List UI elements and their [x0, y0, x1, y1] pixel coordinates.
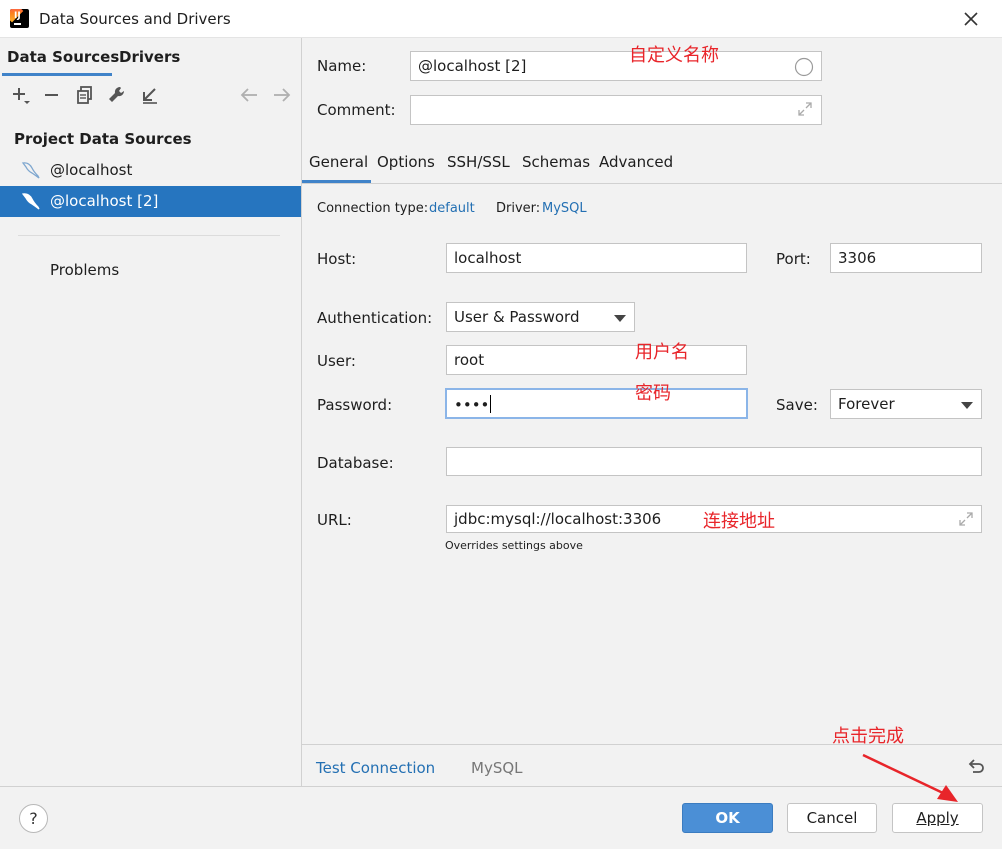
- data-source-label: @localhost: [50, 161, 133, 179]
- annotation-url: 连接地址: [703, 511, 775, 532]
- driver-label: Driver:: [496, 201, 541, 216]
- tab-options[interactable]: Options: [377, 153, 435, 171]
- title-bar: IJ Data Sources and Drivers: [0, 0, 1002, 38]
- sidebar-divider: [18, 235, 280, 236]
- save-select[interactable]: Forever: [830, 389, 982, 419]
- help-button[interactable]: ?: [19, 804, 48, 833]
- tab-data-sources[interactable]: Data Sources: [7, 48, 119, 66]
- driver-footer-label: MySQL: [471, 759, 523, 777]
- tab-schemas[interactable]: Schemas: [522, 153, 590, 171]
- annotation-password: 密码: [635, 383, 671, 404]
- host-label: Host:: [317, 250, 357, 268]
- expand-icon[interactable]: [796, 100, 814, 118]
- text-cursor: [490, 395, 492, 413]
- comment-input[interactable]: [410, 95, 822, 125]
- mysql-icon: [21, 193, 40, 210]
- wrench-icon[interactable]: [106, 84, 128, 106]
- arrow-left-icon[interactable]: [238, 84, 260, 106]
- duplicate-icon[interactable]: [74, 84, 96, 106]
- name-label: Name:: [317, 57, 367, 75]
- comment-label: Comment:: [317, 101, 396, 119]
- password-input[interactable]: ••••: [445, 388, 748, 419]
- user-label: User:: [317, 352, 356, 370]
- revert-icon[interactable]: [966, 756, 986, 776]
- import-icon[interactable]: [139, 84, 161, 106]
- arrow-right-icon[interactable]: [271, 84, 293, 106]
- data-source-label: @localhost [2]: [50, 192, 159, 210]
- connection-type-link[interactable]: default: [429, 201, 475, 216]
- tab-ssh-ssl[interactable]: SSH/SSL: [447, 153, 510, 171]
- chevron-down-icon: [614, 315, 626, 322]
- annotation-user: 用户名: [635, 342, 689, 363]
- user-input[interactable]: root: [446, 345, 747, 375]
- active-tab-indicator: [2, 73, 112, 76]
- port-input[interactable]: 3306: [830, 243, 982, 273]
- window-title: Data Sources and Drivers: [39, 10, 231, 28]
- color-picker-icon[interactable]: [794, 57, 814, 77]
- database-input[interactable]: [446, 447, 982, 476]
- database-label: Database:: [317, 454, 394, 472]
- url-hint: Overrides settings above: [445, 539, 583, 552]
- main-panel: Name: @localhost [2] Comment: General Op…: [302, 38, 1002, 786]
- annotation-arrow-icon: [862, 753, 958, 802]
- project-data-sources-title: Project Data Sources: [14, 130, 192, 148]
- add-icon[interactable]: [10, 84, 32, 106]
- save-label: Save:: [776, 396, 818, 414]
- name-input[interactable]: @localhost [2]: [410, 51, 822, 81]
- url-label: URL:: [317, 511, 352, 529]
- remove-icon[interactable]: [41, 84, 63, 106]
- close-icon[interactable]: [960, 8, 982, 30]
- port-label: Port:: [776, 250, 811, 268]
- authentication-select[interactable]: User & Password: [446, 302, 635, 332]
- intellij-app-icon: IJ: [10, 9, 29, 28]
- data-source-item[interactable]: @localhost: [0, 155, 301, 186]
- connection-type-label: Connection type:: [317, 201, 429, 216]
- tab-advanced[interactable]: Advanced: [599, 153, 673, 171]
- problems-item[interactable]: Problems: [50, 261, 119, 279]
- data-source-item-selected[interactable]: @localhost [2]: [0, 186, 301, 217]
- chevron-down-icon: [961, 402, 973, 409]
- mysql-icon: [21, 162, 40, 179]
- test-connection-link[interactable]: Test Connection: [316, 759, 435, 777]
- active-tab-indicator: [302, 180, 371, 183]
- annotation-name: 自定义名称: [629, 45, 719, 66]
- tab-general[interactable]: General: [309, 153, 368, 171]
- expand-icon[interactable]: [957, 510, 975, 528]
- ok-button[interactable]: OK: [682, 803, 773, 833]
- settings-tabs: General Options SSH/SSL Schemas Advanced: [302, 146, 1002, 184]
- sidebar: Data Sources Drivers Project Data Source…: [0, 38, 302, 786]
- authentication-label: Authentication:: [317, 309, 433, 327]
- tab-drivers[interactable]: Drivers: [119, 48, 180, 66]
- driver-link[interactable]: MySQL: [542, 201, 587, 216]
- dialog-footer: ? OK Cancel Apply: [0, 786, 1002, 849]
- password-label: Password:: [317, 396, 393, 414]
- host-input[interactable]: localhost: [446, 243, 747, 273]
